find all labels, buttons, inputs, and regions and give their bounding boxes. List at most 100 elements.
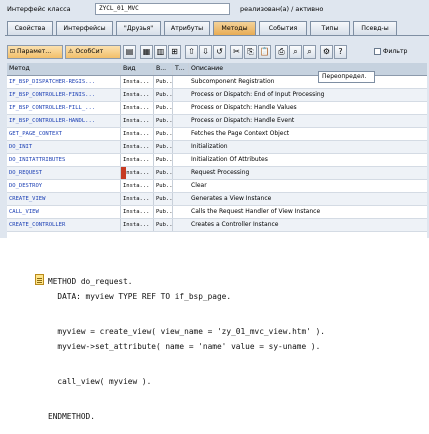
cell-description: Fetches the Page Context Object [191,130,290,137]
grid-view-icon[interactable]: ▦ [140,45,153,59]
exceptions-button[interactable]: ⚠ ОсобСит [65,45,121,59]
cell-method[interactable]: IF_BSP_CONTROLLER-HANDL... [7,115,121,127]
class-name-field[interactable]: ZYCL_01_MVC [95,3,230,15]
cell-visibility: Pub... [154,167,173,179]
parameters-button[interactable]: ⊡ Парамет... [7,45,63,59]
cell-description: Process or Dispatch: Handle Values [191,104,297,111]
cell-method[interactable]: CREATE_VIEW [7,193,121,205]
filter-toggle[interactable]: Фильтр [374,48,407,55]
table-row[interactable]: DO_REQUESTInsta...Pub...Request Processi… [7,167,427,180]
cell-kind: Insta... [121,141,154,153]
table-row[interactable]: GET_PAGE_CONTEXTInsta...Pub... Fetches th… [7,128,427,141]
cell-method[interactable]: IF_BSP_DISPATCHER-REGIS... [7,76,121,88]
cell-method[interactable]: IF_BSP_CONTROLLER-FILL_... [7,102,121,114]
cell-kind: Insta... [121,76,154,88]
class-builder-window: Интерфейс класса ZYCL_01_MVC реализован(… [0,0,429,238]
cell-kind: Insta... [121,89,154,101]
source-code-icon[interactable]: ▤ [123,45,136,59]
class-label: Интерфейс класса [7,5,71,13]
cell-method[interactable]: CREATE_CONTROLLER [7,219,121,231]
cell-description: Request Processing [191,169,250,176]
cut-icon[interactable]: ✂ [230,45,243,59]
col-header-method[interactable]: Метод [7,63,121,75]
tab-types[interactable]: Типы [310,21,350,35]
redefine-icon[interactable]: ↺ [213,45,226,59]
table-row[interactable]: IF_BSP_CONTROLLER-HANDL...Insta...Pub...… [7,115,427,128]
table-row[interactable]: IF_BSP_CONTROLLER-FINIS...Insta...Pub...… [7,89,427,102]
table-row[interactable]: CREATE_VIEWInsta...Pub... Generates a Vie… [7,193,427,206]
cell-method[interactable]: DO_DESTROY [7,180,121,192]
cell-method[interactable]: CALL_VIEW [7,206,121,218]
cell-description: Generates a View Instance [191,195,272,202]
copy-icon[interactable]: ⎘ [244,45,257,59]
cell-description: Process or Dispatch: End of Input Proces… [191,91,325,98]
table-row[interactable]: DO_INITInsta...Pub... Initialization [7,141,427,154]
exceptions-label: ОсобСит [75,48,104,55]
append-row-icon[interactable]: ⊞ [168,45,181,59]
filter-checkbox[interactable] [374,48,381,55]
code-line: call_view( myview ). [48,377,152,386]
cell-kind: Insta... [121,115,154,127]
cell-visibility: Pub... [154,102,173,114]
insert-row-icon[interactable]: ▥ [154,45,167,59]
cell-description: Creates a Controller Instance [191,221,279,228]
class-header: Интерфейс класса ZYCL_01_MVC реализован(… [0,3,429,16]
col-header-visibility[interactable]: В... [154,63,173,75]
cell-method[interactable]: IF_BSP_CONTROLLER-FINIS... [7,89,121,101]
table-row[interactable]: DO_DESTROYInsta...Pub... Clear [7,180,427,193]
cell-visibility: Pub... [154,115,173,127]
cell-kind: Insta... [121,219,154,231]
code-editor[interactable]: METHOD do_request. DATA: myview TYPE REF… [0,266,429,434]
cell-description: Clear [191,182,207,189]
tab-methods[interactable]: Методы [213,21,256,36]
code-line: ENDMETHOD. [48,412,95,421]
tab-attributes[interactable]: Атрибуты [164,21,210,35]
code-line: myview = create_view( view_name = 'zy_01… [48,327,325,336]
find-next-icon[interactable]: ⌕ [303,45,316,59]
redefined-marker [121,167,126,179]
tab-interfaces[interactable]: Интерфейсы [56,21,113,35]
move-down-icon[interactable]: ⇩ [199,45,212,59]
cell-visibility: Pub... [154,141,173,153]
tab-friends[interactable]: "Друзья" [116,21,161,35]
help-icon[interactable]: ? [334,45,347,59]
cell-method[interactable]: DO_INIT [7,141,121,153]
table-row[interactable]: CREATE_CONTROLLERInsta...Pub... Creates a… [7,219,427,232]
cell-visibility: Pub... [154,89,173,101]
cell-visibility: Pub... [154,193,173,205]
tab-divider [5,35,429,36]
cell-method[interactable]: DO_REQUEST [7,167,121,179]
col-header-type[interactable]: Т... [173,63,189,75]
move-up-icon[interactable]: ⇧ [185,45,198,59]
settings-icon[interactable]: ⚙ [320,45,333,59]
parameters-label: Парамет... [17,48,52,55]
print-icon[interactable]: ⎙ [275,45,288,59]
col-header-kind[interactable]: Вид [121,63,154,75]
tab-properties[interactable]: Свойства [7,21,53,35]
cell-description: Subcomponent Registration [191,78,275,85]
cell-kind: Insta... [121,206,154,218]
exceptions-icon: ⚠ [68,48,74,55]
table-row[interactable]: IF_BSP_CONTROLLER-FILL_...Insta...Pub...… [7,102,427,115]
parameters-icon: ⊡ [10,48,16,55]
cell-description: Process or Dispatch: Handle Event [191,117,295,124]
table-row[interactable]: DO_INITATTRIBUTESInsta...Pub... Initializ… [7,154,427,167]
cell-method[interactable]: DO_INITATTRIBUTES [7,154,121,166]
cell-visibility: Pub... [154,76,173,88]
find-icon[interactable]: ⌕ [289,45,302,59]
tab-aliases[interactable]: Псевд-ы [353,21,397,35]
cell-kind: Insta... [121,180,154,192]
redefine-tooltip: Переопредел. [318,71,375,83]
cell-visibility: Pub... [154,180,173,192]
code-line: myview->set_attribute( name = 'name' val… [48,342,321,351]
tab-events[interactable]: События [259,21,307,35]
cell-visibility: Pub... [154,128,173,140]
tab-strip: Свойства Интерфейсы "Друзья" Атрибуты Ме… [7,21,427,36]
cell-method[interactable]: GET_PAGE_CONTEXT [7,128,121,140]
paste-icon[interactable]: 📋 [258,45,271,59]
cell-visibility: Pub... [154,219,173,231]
cell-description: Calls the Request Handler of View Instan… [191,208,321,215]
table-row[interactable]: CALL_VIEWInsta...Pub... Calls the Request… [7,206,427,219]
cell-kind: Insta... [121,102,154,114]
col-header-description[interactable]: Описание [189,63,427,75]
